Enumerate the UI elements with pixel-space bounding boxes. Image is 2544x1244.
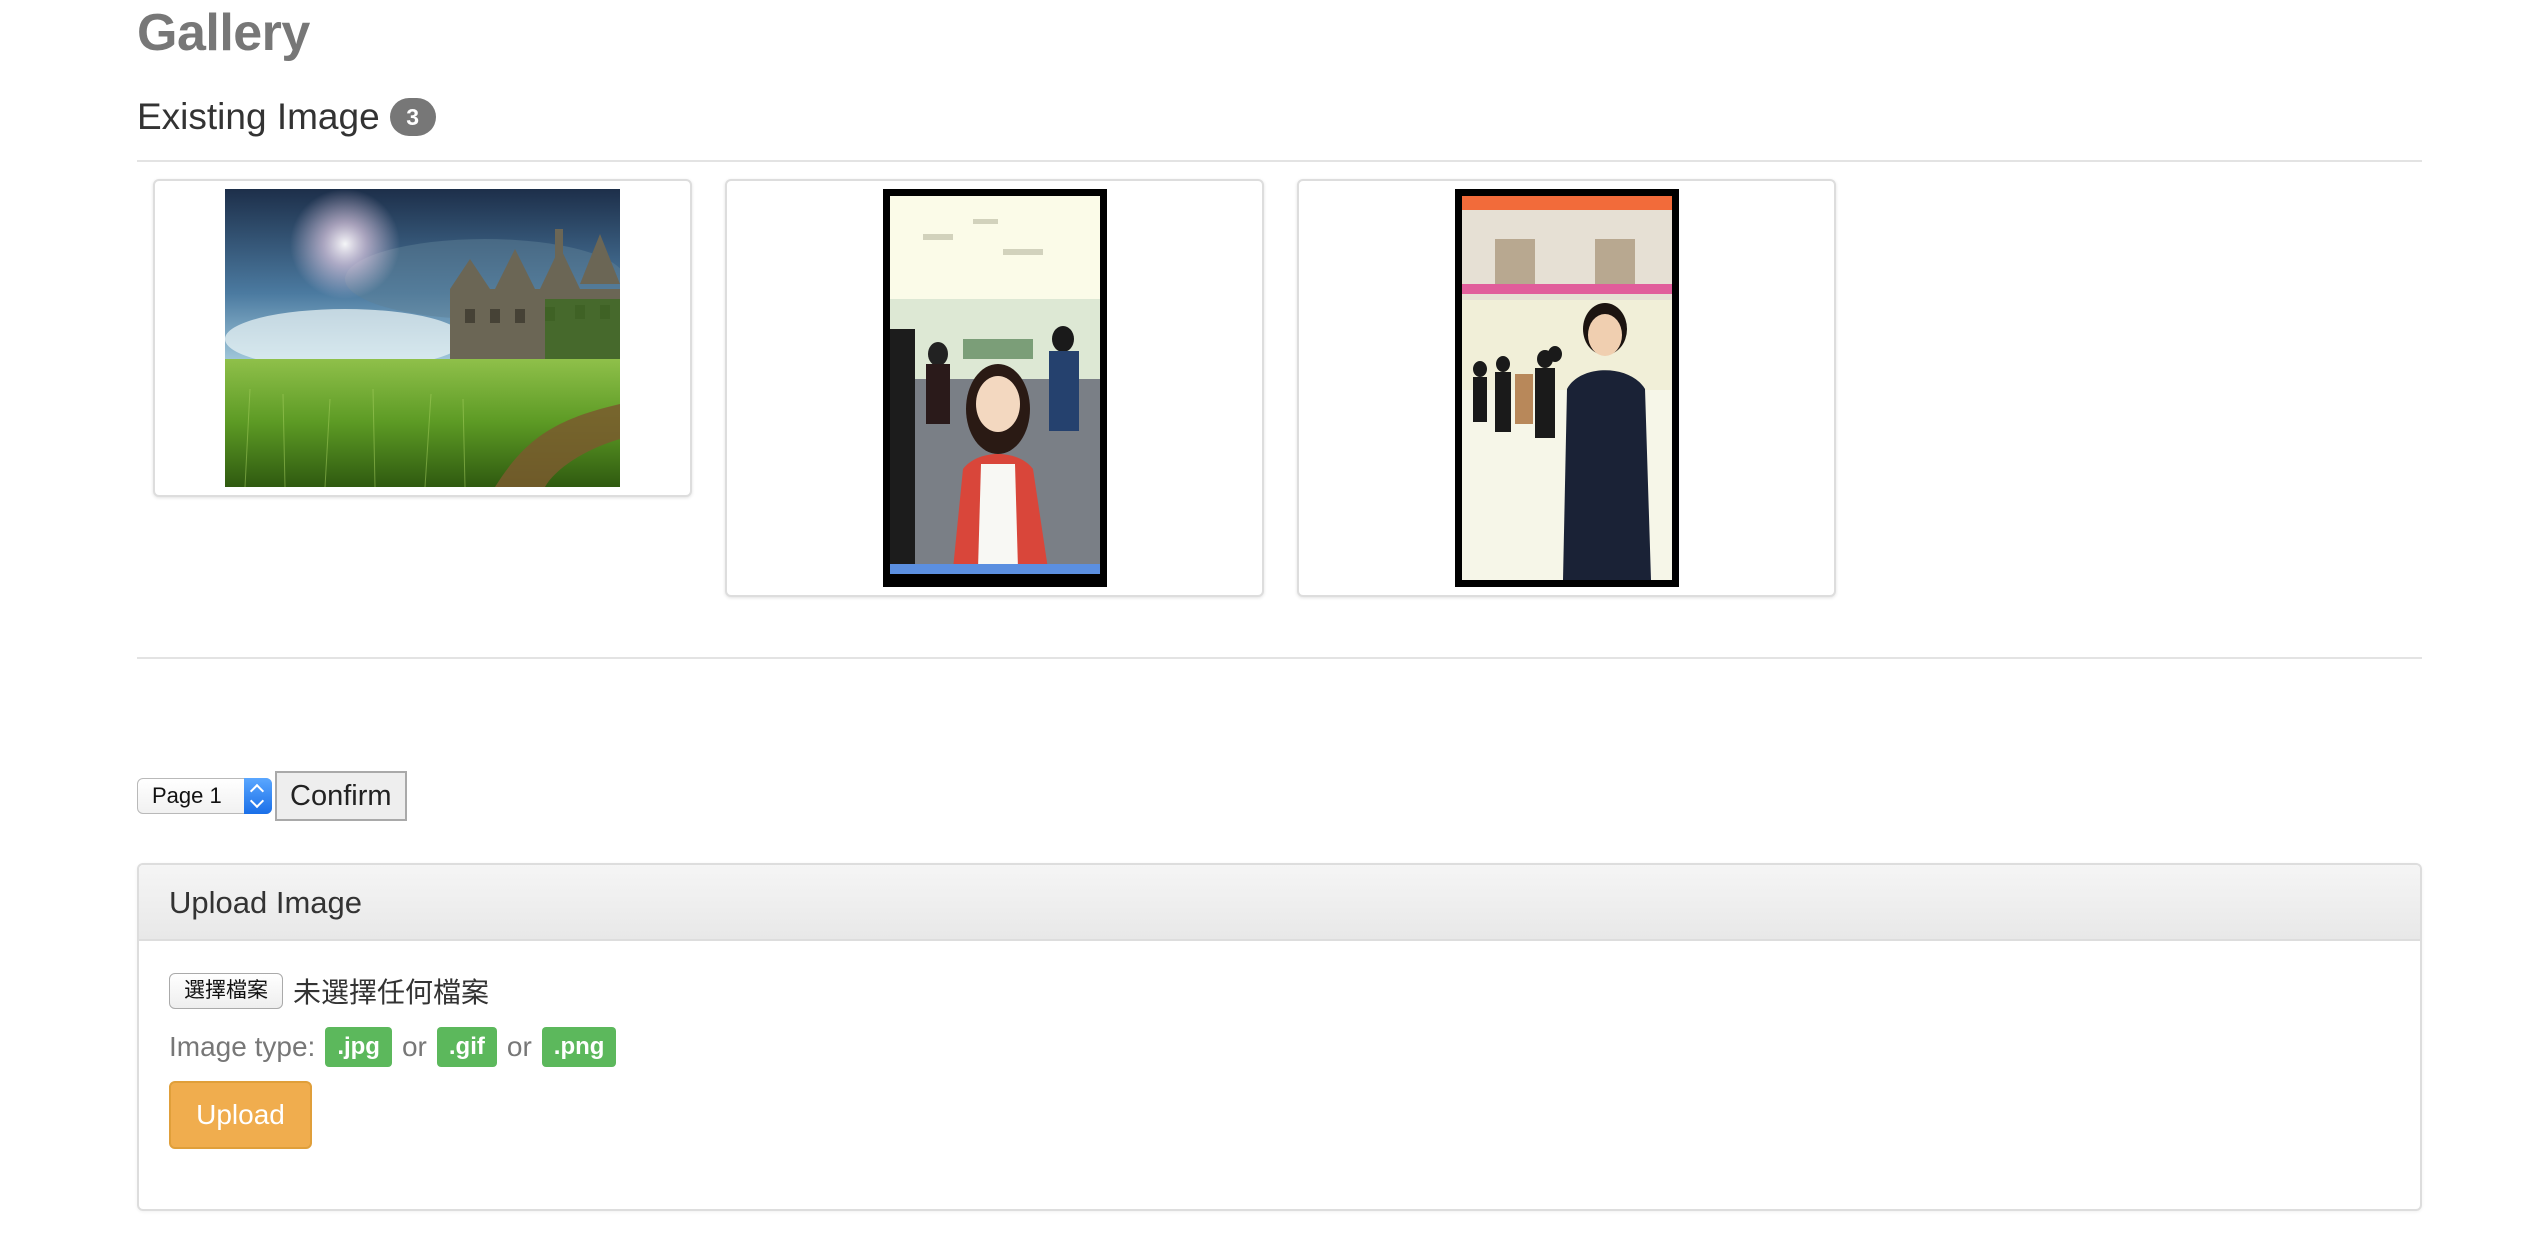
existing-image-label: Existing Image [137, 96, 380, 137]
choose-file-button[interactable]: 選擇檔案 [169, 973, 283, 1009]
existing-image-heading: Existing Image 3 [137, 94, 436, 140]
page-title: Gallery [137, 4, 310, 62]
divider-bottom [137, 657, 2422, 659]
pagination-controls: Page 1 Confirm [137, 771, 407, 821]
thumbnail-3[interactable] [1297, 179, 1836, 597]
castle-field-photo[interactable] [225, 189, 620, 487]
girl-in-office-photo[interactable] [882, 189, 1107, 587]
upload-button[interactable]: Upload [169, 1081, 312, 1149]
image-type-label: Image type: [169, 1031, 316, 1062]
upload-panel-header: Upload Image [139, 865, 2420, 941]
divider-top [137, 160, 2422, 162]
confirm-button[interactable]: Confirm [275, 771, 407, 821]
image-count-badge: 3 [389, 98, 436, 136]
upload-panel-title: Upload Image [169, 885, 363, 920]
thumbnail-1[interactable] [153, 179, 692, 497]
type-badge-jpg: .jpg [325, 1027, 392, 1067]
boy-in-office-photo[interactable] [1454, 189, 1679, 587]
image-gallery [153, 179, 1869, 601]
select-arrows-icon[interactable] [244, 778, 272, 814]
file-input-row: 選擇檔案 未選擇任何檔案 [169, 971, 489, 1011]
upload-panel: Upload Image 選擇檔案 未選擇任何檔案 Image type: .j… [137, 863, 2422, 1211]
type-separator: or [506, 1031, 532, 1062]
thumbnail-2[interactable] [725, 179, 1264, 597]
type-separator: or [401, 1031, 427, 1062]
page-select[interactable]: Page 1 [137, 778, 272, 814]
page-select-value: Page 1 [152, 783, 222, 808]
no-file-chosen-text: 未選擇任何檔案 [293, 977, 490, 1008]
type-badge-png: .png [541, 1027, 617, 1067]
type-badge-gif: .gif [436, 1027, 497, 1067]
image-type-row: Image type: .jpg or .gif or .png [169, 1027, 617, 1067]
